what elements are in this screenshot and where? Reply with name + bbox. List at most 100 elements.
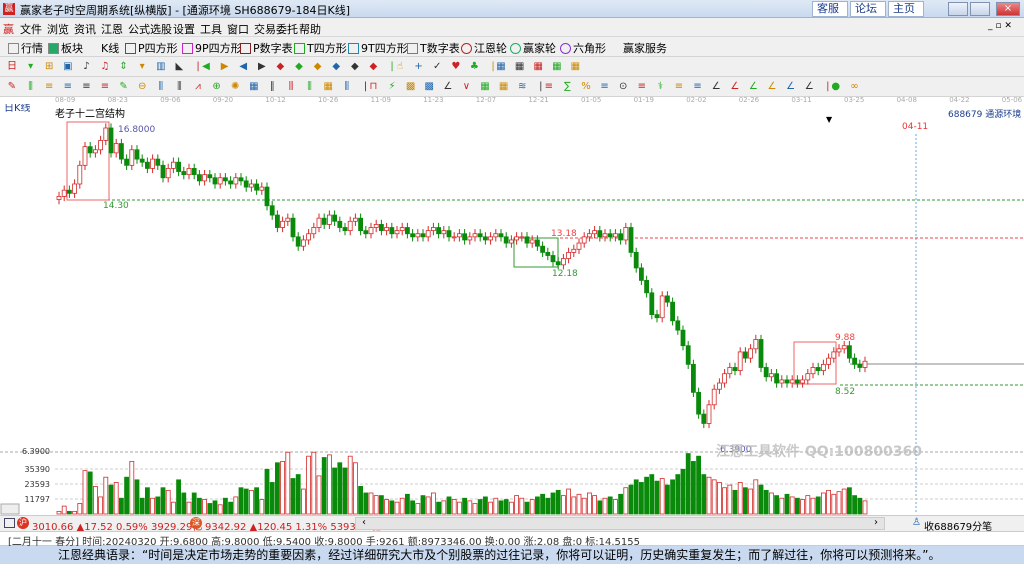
tool-button-icon[interactable]: ◆ — [293, 61, 305, 73]
minimize-button[interactable] — [948, 2, 968, 16]
tool-button-icon[interactable]: ◆ — [274, 61, 286, 73]
service-link[interactable]: 客服 — [812, 1, 848, 17]
tool-button-icon[interactable]: ◆ — [312, 61, 324, 73]
tool-button-icon[interactable]: ∠ — [803, 81, 815, 93]
menu-news[interactable]: 资讯 — [74, 21, 96, 37]
tool-button-icon[interactable]: ◣ — [173, 61, 185, 73]
tool-button-icon[interactable]: ▦ — [248, 81, 260, 93]
close-button[interactable]: × — [996, 2, 1020, 16]
tool-button-icon[interactable]: ♫ — [99, 61, 111, 73]
tb-gann-wheel[interactable]: 江恩轮 — [461, 40, 507, 56]
tool-button-icon[interactable]: ▶ — [219, 61, 231, 73]
horizontal-scrollbar[interactable]: ‹ › — [355, 517, 885, 530]
tool-button-icon[interactable]: ♥ — [450, 61, 462, 73]
tool-button-icon[interactable]: ✓ — [431, 61, 443, 73]
tool-button-icon[interactable]: ◆ — [330, 61, 342, 73]
tb-hexagon[interactable]: 六角形 — [560, 40, 606, 56]
tool-button-icon[interactable]: ≡ — [99, 81, 111, 93]
tool-button-icon[interactable]: + — [413, 61, 425, 73]
tool-button-icon[interactable]: ▥ — [155, 61, 167, 73]
tool-button-icon[interactable]: ✎ — [118, 81, 130, 93]
tool-button-icon[interactable]: ⊞ — [43, 61, 55, 73]
tool-button-icon[interactable]: ◀ — [237, 61, 249, 73]
tb-t-square[interactable]: T四方形 — [294, 40, 347, 56]
tool-button-icon[interactable]: ◆ — [367, 61, 379, 73]
tool-button-icon[interactable]: ⊙ — [617, 81, 629, 93]
tool-button-icon[interactable]: % — [580, 81, 592, 93]
tool-button-icon[interactable]: ▦ — [479, 81, 491, 93]
tool-button-icon[interactable]: ▦ — [514, 61, 526, 73]
tool-button-icon[interactable]: ∠ — [710, 81, 722, 93]
tool-button-icon[interactable]: ≡ — [599, 81, 611, 93]
tool-button-icon[interactable]: ⫼ — [341, 81, 353, 93]
tool-button-icon[interactable]: ∠ — [785, 81, 797, 93]
restore-button[interactable] — [970, 2, 990, 16]
tool-button-icon[interactable]: ⫼ — [25, 81, 37, 93]
tool-button-icon[interactable]: ⫼ — [155, 81, 167, 93]
tool-button-icon[interactable]: ⇕ — [118, 61, 130, 73]
tb-9p-square[interactable]: 9P四方形 — [182, 40, 242, 56]
tool-button-icon[interactable]: ∠ — [766, 81, 778, 93]
menu-trade[interactable]: 交易委托 — [254, 21, 298, 37]
tool-button-icon[interactable]: ⩘ — [192, 81, 204, 93]
tool-button-icon[interactable]: ∥ — [266, 81, 278, 93]
tool-button-icon[interactable]: ∞ — [848, 81, 860, 93]
tool-button-icon[interactable]: ⫼ — [285, 81, 297, 93]
tb-p-square[interactable]: P四方形 — [125, 40, 178, 56]
menu-window[interactable]: 窗口 — [227, 21, 249, 37]
tool-button-icon[interactable]: ⊕ — [211, 81, 223, 93]
menu-tools[interactable]: 工具 — [200, 21, 222, 37]
tool-button-icon[interactable]: ▦ — [569, 61, 581, 73]
tb-service[interactable]: 赢家服务 — [610, 40, 667, 56]
tool-button-icon[interactable]: ▩ — [423, 81, 435, 93]
tool-button-icon[interactable]: ≋ — [516, 81, 528, 93]
tb-winner-wheel[interactable]: 赢家轮 — [510, 40, 556, 56]
tool-button-icon[interactable]: ⚕ — [654, 81, 666, 93]
tool-button-icon[interactable]: ✎ — [6, 81, 18, 93]
tool-button-icon[interactable]: ≡ — [673, 81, 685, 93]
tool-button-icon[interactable]: ≡ — [62, 81, 74, 93]
tool-button-icon[interactable]: ◀ — [200, 61, 212, 73]
tool-button-icon[interactable]: ⫼ — [173, 81, 185, 93]
menu-settings[interactable]: 设置 — [173, 21, 195, 37]
tool-button-icon[interactable]: ◆ — [349, 61, 361, 73]
tool-button-icon[interactable]: ≡ — [543, 81, 555, 93]
collapse-button[interactable] — [0, 503, 20, 515]
mdi-controls[interactable]: _ ▫ ✕ — [988, 21, 1012, 31]
tb-kline[interactable]: K线 — [88, 40, 119, 56]
forum-link[interactable]: 论坛 — [850, 1, 886, 17]
tool-button-icon[interactable]: ≡ — [43, 81, 55, 93]
calculator-icon[interactable] — [4, 518, 15, 528]
tool-button-icon[interactable]: ⫼ — [304, 81, 316, 93]
app-menu-icon[interactable]: 赢 — [3, 21, 14, 37]
tool-button-icon[interactable]: ▦ — [532, 61, 544, 73]
tool-button-icon[interactable]: ▾ — [25, 61, 37, 73]
menu-help[interactable]: 帮助 — [299, 21, 321, 37]
tool-button-icon[interactable]: ▦ — [498, 81, 510, 93]
homepage-link[interactable]: 主页 — [888, 1, 924, 17]
tool-button-icon[interactable]: ∠ — [747, 81, 759, 93]
menu-formula[interactable]: 公式选股 — [128, 21, 172, 37]
tool-button-icon[interactable]: ♣ — [468, 61, 480, 73]
tb-9t-square[interactable]: 9T四方形 — [348, 40, 408, 56]
tool-button-icon[interactable]: ⚡ — [386, 81, 398, 93]
tool-button-icon[interactable]: ▦ — [551, 61, 563, 73]
tool-button-icon[interactable]: ∠ — [729, 81, 741, 93]
scroll-left-icon[interactable]: ‹ — [362, 517, 366, 528]
menu-file[interactable]: 文件 — [20, 21, 42, 37]
tool-button-icon[interactable]: ▩ — [405, 81, 417, 93]
tb-t-table[interactable]: T数字表 — [407, 40, 460, 56]
menu-browse[interactable]: 浏览 — [47, 21, 69, 37]
tb-sectors[interactable]: 板块 — [48, 40, 83, 56]
tool-button-icon[interactable]: ∨ — [460, 81, 472, 93]
tool-button-icon[interactable]: ▣ — [62, 61, 74, 73]
tool-button-icon[interactable]: ▶ — [256, 61, 268, 73]
kline-chart[interactable]: 日K线 老子十二宫结构 688679 通源环境 ▼ 04-11 16.8000 14.30 1… — [0, 104, 1024, 515]
tb-p-table[interactable]: P数字表 — [240, 40, 293, 56]
tb-quotes[interactable]: 行情 — [8, 40, 43, 56]
menu-gann[interactable]: 江恩 — [101, 21, 123, 37]
tool-button-icon[interactable]: 日 — [6, 61, 18, 73]
scroll-right-icon[interactable]: › — [874, 517, 878, 528]
tool-button-icon[interactable]: ▦ — [495, 61, 507, 73]
tool-button-icon[interactable]: ♪ — [80, 61, 92, 73]
